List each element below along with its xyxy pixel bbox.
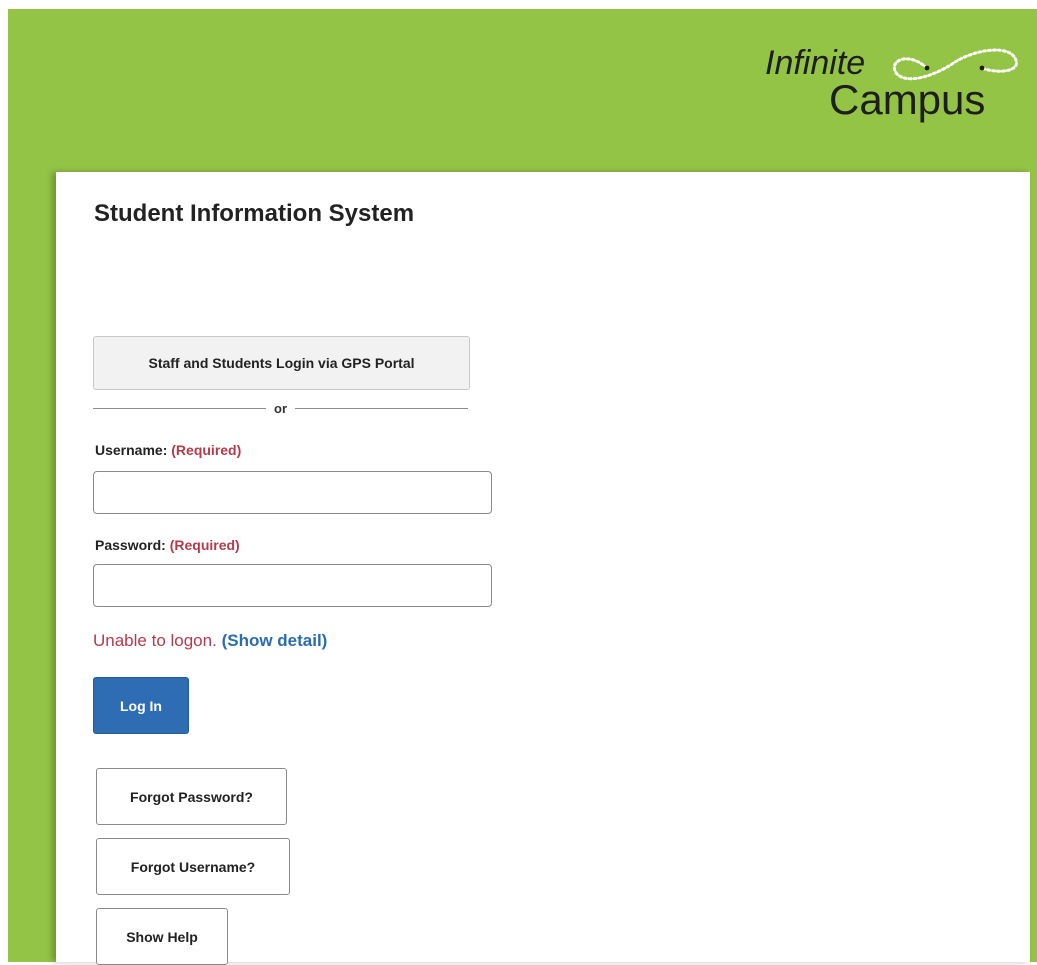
page-title: Student Information System [94, 200, 415, 227]
username-required-text: (Required) [171, 442, 242, 458]
password-label-text: Password: [95, 537, 166, 553]
infinite-campus-logo: Infinite Campus [765, 44, 1018, 123]
username-input[interactable] [93, 471, 492, 514]
divider-or-text: or [274, 400, 287, 416]
error-text: Unable to logon. [93, 631, 217, 650]
logon-error-message: Unable to logon. (Show detail) [93, 631, 327, 651]
sso-login-button[interactable]: Staff and Students Login via GPS Portal [93, 336, 470, 390]
divider-line-left [93, 407, 266, 409]
show-detail-link[interactable]: (Show detail) [222, 631, 328, 650]
login-card: Student Information System Staff and Stu… [56, 172, 1030, 965]
username-label: Username: (Required) [95, 442, 241, 458]
forgot-username-button[interactable]: Forgot Username? [96, 838, 290, 895]
divider-line-right [295, 407, 468, 409]
infinity-dot-accent-icon [924, 65, 985, 71]
username-label-text: Username: [95, 442, 168, 458]
logo-line2: Campus [829, 76, 985, 123]
password-required-text: (Required) [169, 537, 240, 553]
log-in-button[interactable]: Log In [93, 677, 189, 734]
show-help-button[interactable]: Show Help [96, 908, 228, 965]
or-divider: or [93, 398, 468, 418]
password-label: Password: (Required) [95, 537, 240, 553]
infinity-dots-icon [892, 48, 1018, 81]
forgot-password-button[interactable]: Forgot Password? [96, 768, 287, 825]
password-input[interactable] [93, 564, 492, 607]
